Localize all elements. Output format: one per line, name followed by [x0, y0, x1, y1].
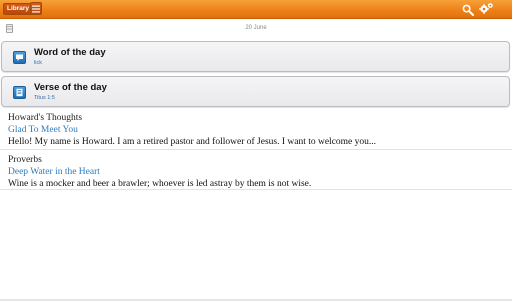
list-item[interactable]: Howard's Thoughts Glad To Meet You Hello… — [0, 110, 512, 150]
search-icon — [462, 4, 474, 16]
speech-bubble-icon — [13, 51, 26, 64]
list-icon — [32, 5, 40, 12]
word-of-the-day-card[interactable]: Word of the day lick — [1, 41, 510, 72]
card-subtitle: Titus 1:5 — [34, 95, 55, 101]
date-row: 20 June — [0, 19, 512, 39]
entry-excerpt: Hello! My name is Howard. I am a retired… — [8, 137, 377, 147]
entry-excerpt: Wine is a mocker and beer a brawler; who… — [8, 179, 312, 189]
list-item[interactable]: Proverbs Deep Water in the Heart Wine is… — [0, 152, 512, 190]
book-icon — [13, 86, 26, 99]
entry-source: Proverbs — [8, 155, 42, 165]
current-date: 20 June — [245, 25, 267, 31]
card-subtitle: lick — [34, 60, 42, 66]
verse-of-the-day-card[interactable]: Verse of the day Titus 1:5 — [1, 76, 510, 107]
search-button[interactable] — [462, 3, 474, 16]
card-title: Verse of the day — [34, 82, 107, 93]
settings-button[interactable] — [479, 2, 494, 15]
entry-title-link[interactable]: Glad To Meet You — [8, 124, 512, 136]
settings-icon — [479, 3, 493, 14]
library-button-label: Library — [7, 5, 30, 12]
entry-title-link[interactable]: Deep Water in the Heart — [8, 166, 512, 178]
list-view-button[interactable] — [30, 2, 42, 15]
library-button[interactable]: Library — [3, 3, 34, 15]
entry-source: Howard's Thoughts — [8, 113, 83, 123]
action-bar: Library — [0, 0, 512, 19]
card-title: Word of the day — [34, 47, 106, 58]
